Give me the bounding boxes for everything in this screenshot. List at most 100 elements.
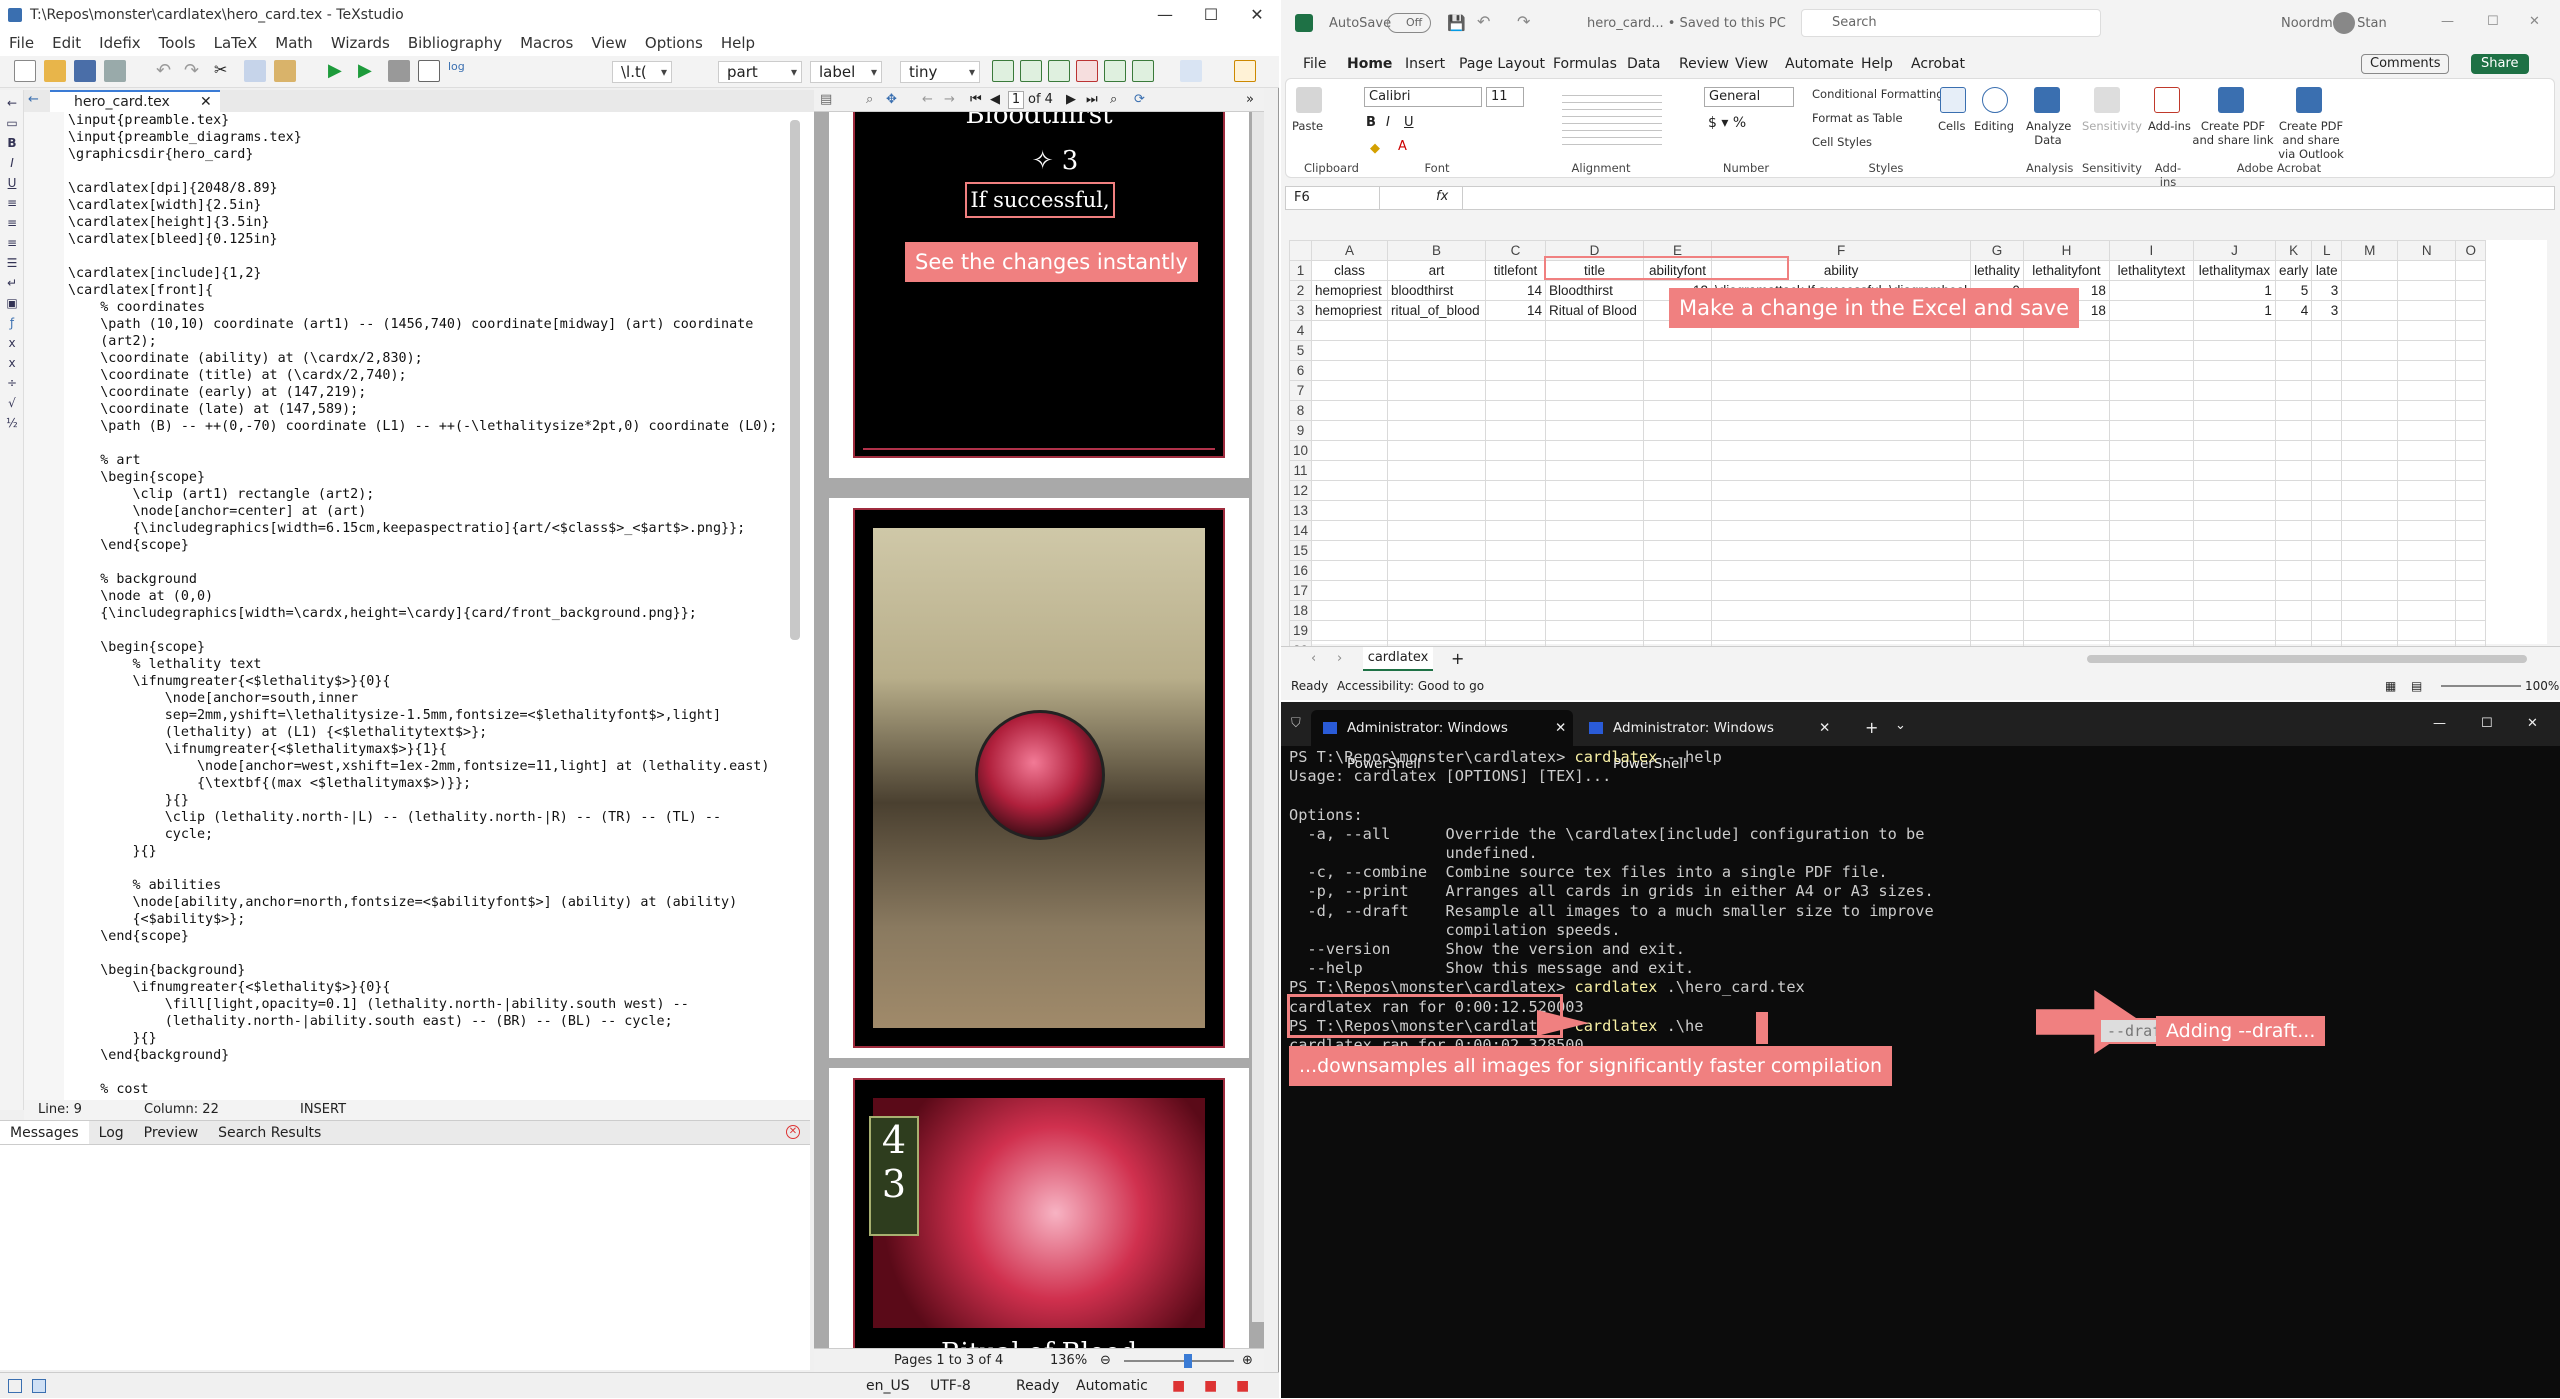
menu-tools[interactable]: Tools <box>150 30 205 56</box>
cell[interactable] <box>1311 360 1389 381</box>
cell[interactable] <box>1711 360 1972 381</box>
cell[interactable] <box>1485 320 1547 341</box>
cell[interactable] <box>1711 560 1972 581</box>
zoom-level[interactable]: 100% <box>2525 674 2559 698</box>
cell[interactable] <box>2455 480 2487 501</box>
cell[interactable] <box>1545 360 1645 381</box>
cell[interactable] <box>1311 620 1389 641</box>
cell[interactable] <box>1387 480 1487 501</box>
underline-icon[interactable]: U <box>1404 115 1414 130</box>
cell[interactable] <box>2455 360 2487 381</box>
paste-icon[interactable] <box>274 60 296 82</box>
cell[interactable] <box>2108 400 2194 421</box>
cell[interactable] <box>2341 480 2399 501</box>
cell[interactable] <box>2341 520 2399 541</box>
pdf-fit-icon[interactable]: ✥ <box>886 88 897 112</box>
menu-bibliography[interactable]: Bibliography <box>399 30 511 56</box>
column-header[interactable]: H <box>2022 240 2110 261</box>
bookmark-icon[interactable]: ▭ <box>5 116 19 130</box>
accessibility-status[interactable]: Accessibility: Good to go <box>1337 674 1484 698</box>
cell[interactable] <box>1311 600 1389 621</box>
cell[interactable] <box>1387 340 1487 361</box>
number-format-select[interactable]: General <box>1704 87 1794 107</box>
cell[interactable] <box>1643 360 1713 381</box>
cell[interactable] <box>1970 480 2024 501</box>
cell[interactable] <box>1970 540 2024 561</box>
pdf-sidebar-icon[interactable]: ▤ <box>820 88 832 112</box>
cell[interactable] <box>2192 520 2276 541</box>
cell[interactable]: lethalityfont <box>2022 260 2110 281</box>
cell[interactable] <box>2341 280 2399 301</box>
sqrt-icon[interactable]: √ <box>5 396 19 410</box>
zoom-slider-handle[interactable] <box>1184 1354 1192 1368</box>
cell[interactable] <box>2274 540 2313 561</box>
column-header[interactable]: O <box>2455 240 2487 261</box>
next-sheet-icon[interactable]: › <box>1337 651 1342 666</box>
cell[interactable] <box>2192 440 2276 461</box>
cell[interactable] <box>1970 440 2024 461</box>
pdf-link-icon[interactable] <box>2218 87 2244 113</box>
cell[interactable] <box>1711 620 1972 641</box>
menu-edit[interactable]: Edit <box>43 30 90 56</box>
superscript-icon[interactable]: x <box>5 356 19 370</box>
image-insert-icon[interactable]: ▣ <box>5 296 19 310</box>
cell[interactable] <box>2341 580 2399 601</box>
cell[interactable] <box>2455 380 2487 401</box>
cell[interactable] <box>2341 380 2399 401</box>
cell[interactable] <box>1545 400 1645 421</box>
cell[interactable] <box>2022 480 2110 501</box>
pdf-back-icon[interactable]: ← <box>922 88 933 112</box>
tab-review[interactable]: Review <box>1679 50 1729 78</box>
cell[interactable] <box>2192 420 2276 441</box>
pdf-page-input[interactable]: 1 <box>1008 91 1024 109</box>
cell[interactable]: class <box>1311 260 1389 281</box>
cell[interactable] <box>1485 480 1547 501</box>
column-header[interactable]: J <box>2192 240 2276 261</box>
align-left-icon[interactable]: ≡ <box>5 196 19 210</box>
cell[interactable] <box>1387 440 1487 461</box>
cell[interactable] <box>1311 320 1389 341</box>
maximize-button[interactable]: ☐ <box>2481 716 2493 731</box>
cell[interactable] <box>1970 520 2024 541</box>
cell[interactable] <box>1485 540 1547 561</box>
cell[interactable] <box>1643 500 1713 521</box>
cell[interactable] <box>1485 560 1547 581</box>
label-combo[interactable]: label <box>810 61 882 83</box>
cell[interactable] <box>2397 500 2457 521</box>
cell[interactable] <box>2311 440 2343 461</box>
cell[interactable] <box>2108 380 2194 401</box>
cell[interactable] <box>1643 520 1713 541</box>
cell[interactable] <box>1970 460 2024 481</box>
tab-acrobat[interactable]: Acrobat <box>1911 50 1965 78</box>
cell[interactable] <box>2311 320 2343 341</box>
cell[interactable] <box>2274 600 2313 621</box>
cell[interactable] <box>1643 540 1713 561</box>
cells-button[interactable]: Cells <box>1938 119 1966 133</box>
stop-icon[interactable] <box>388 60 410 82</box>
zoom-in-icon[interactable]: ⊕ <box>1242 1349 1253 1373</box>
cell[interactable] <box>1711 340 1972 361</box>
half-icon[interactable]: ½ <box>5 416 19 430</box>
cell[interactable] <box>2455 580 2487 601</box>
tab-dropdown-icon[interactable]: ⌄ <box>1895 718 1906 733</box>
cell[interactable] <box>2192 340 2276 361</box>
menu-view[interactable]: View <box>582 30 636 56</box>
cell[interactable] <box>2397 320 2457 341</box>
cell[interactable] <box>1970 380 2024 401</box>
cell[interactable] <box>1711 600 1972 621</box>
cell[interactable] <box>2108 600 2194 621</box>
cell[interactable] <box>2455 320 2487 341</box>
cell[interactable] <box>1643 580 1713 601</box>
cell[interactable] <box>2397 460 2457 481</box>
cell[interactable] <box>2022 600 2110 621</box>
cell[interactable] <box>1485 520 1547 541</box>
cell[interactable] <box>2455 400 2487 421</box>
cell[interactable] <box>2311 620 2343 641</box>
page-layout-icon[interactable]: ▤ <box>2411 674 2422 698</box>
cell[interactable] <box>2397 560 2457 581</box>
cell[interactable] <box>1970 400 2024 421</box>
close-panel-icon[interactable]: ✕ <box>786 1125 800 1139</box>
cell[interactable] <box>2108 460 2194 481</box>
cell[interactable] <box>2022 620 2110 641</box>
tab-page-layout[interactable]: Page Layout <box>1459 50 1545 78</box>
